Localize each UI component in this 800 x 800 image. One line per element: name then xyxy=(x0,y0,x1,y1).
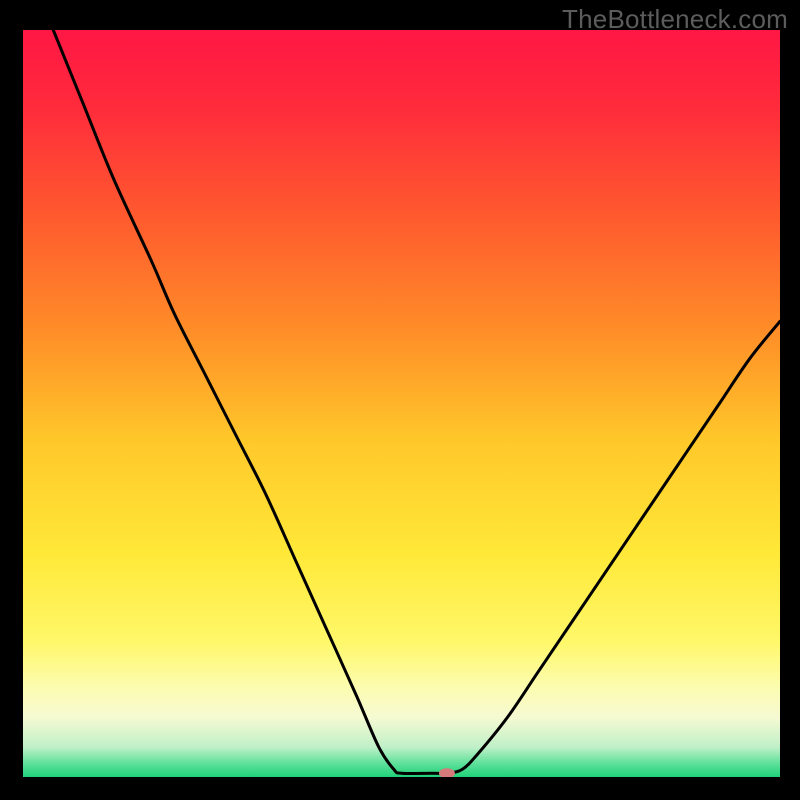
chart-plot-area xyxy=(23,30,780,777)
chart-background xyxy=(23,30,780,777)
chart-svg xyxy=(23,30,780,777)
watermark-text: TheBottleneck.com xyxy=(562,4,788,35)
